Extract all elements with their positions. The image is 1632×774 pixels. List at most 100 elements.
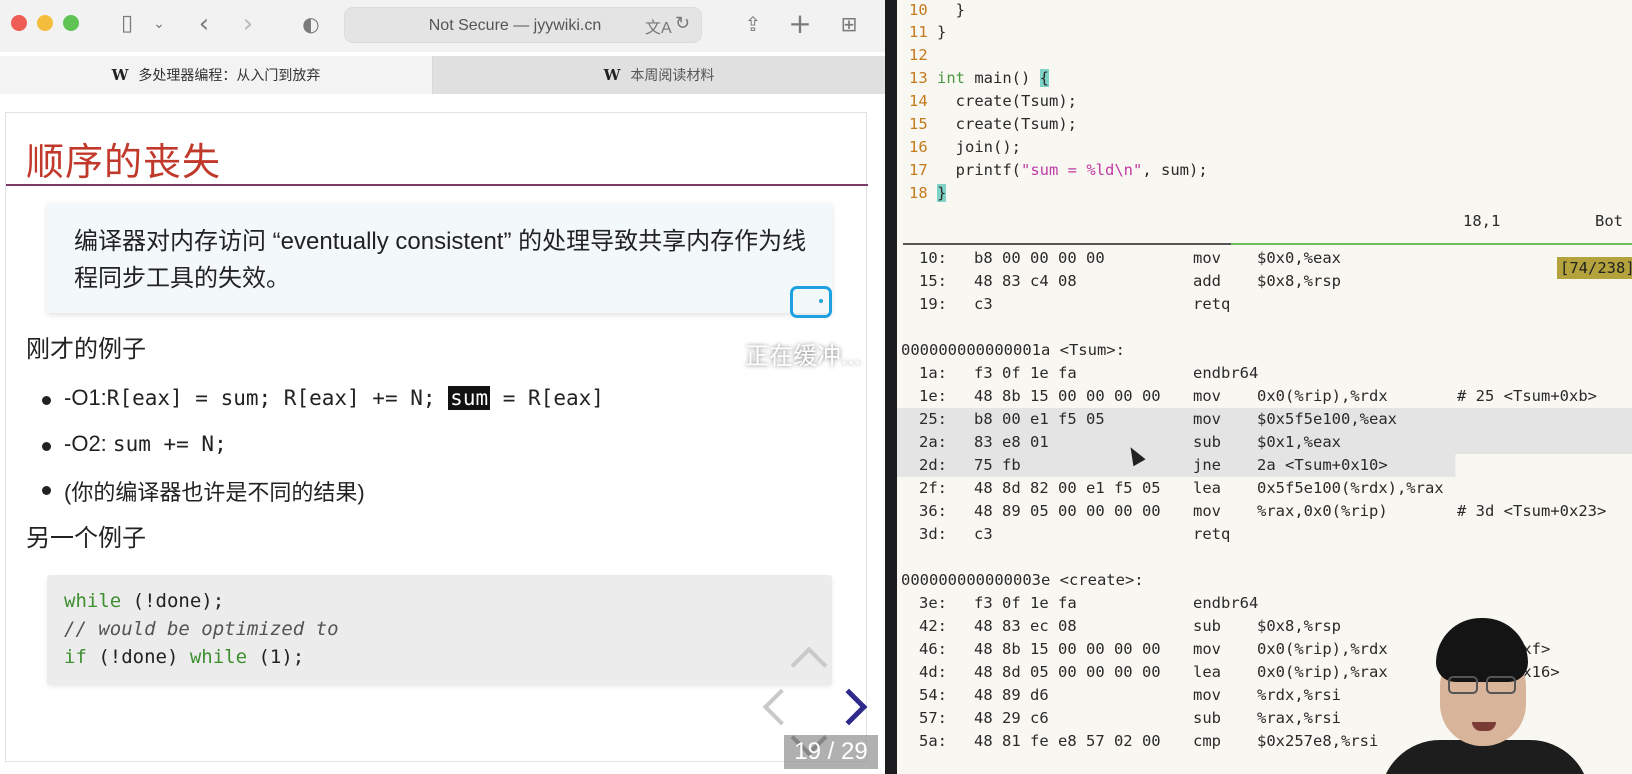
- code-keyword: while: [64, 590, 122, 612]
- line-number: 14: [909, 92, 928, 110]
- reload-icon[interactable]: ↻: [675, 13, 690, 34]
- buffering-overlay: 正在缓冲...: [745, 343, 862, 370]
- callout-text: 编译器对内存访问 “eventually consistent” 的处理导致共享…: [74, 228, 807, 292]
- scroll-position: Bot: [1595, 212, 1623, 230]
- chevron-down-icon[interactable]: ⌄: [150, 10, 168, 38]
- line-number: 10: [909, 1, 928, 19]
- asm-row: 19: c3 retq: [919, 295, 1231, 313]
- code-line: while (!done);: [64, 590, 224, 612]
- cursor-position: 18,1: [1463, 212, 1501, 230]
- forward-icon[interactable]: ›: [236, 10, 260, 38]
- asm-row: 3d: c3 retq: [919, 525, 1231, 543]
- glasses-icon: [1448, 676, 1478, 694]
- translate-icon[interactable]: 文A: [645, 14, 672, 38]
- source-code: , sum);: [1142, 161, 1208, 179]
- asm-row-highlighted: 2d: 75 fb jne 2a <Tsum+0x10>: [897, 454, 1632, 477]
- minimize-window-button[interactable]: [37, 15, 53, 31]
- browser-toolbar: ▯ ⌄ ‹ › ◐ Not Secure — jyywiki.cn 文A ↻ ⇪…: [0, 0, 885, 52]
- asm-row-highlighted: 2a: 83 e8 01 sub $0x1,%eax: [897, 431, 1632, 454]
- code-keyword: if: [64, 646, 87, 668]
- bullet-code: sum += N;: [112, 432, 227, 456]
- line-number: 15: [909, 115, 928, 133]
- source-line: 10 }: [909, 0, 965, 22]
- bullet-dot: [42, 396, 51, 405]
- close-window-button[interactable]: [11, 15, 27, 31]
- zoom-window-button[interactable]: [63, 15, 79, 31]
- source-line: 18}: [909, 182, 947, 205]
- code-text: (1);: [247, 646, 305, 668]
- tv-icon: [790, 286, 832, 318]
- selected-text[interactable]: sum: [448, 386, 491, 410]
- source-code: create(Tsum);: [937, 115, 1077, 133]
- share-icon[interactable]: ⇪: [740, 10, 766, 38]
- source-code: }: [937, 23, 947, 41]
- source-line: 16 join();: [909, 136, 1021, 159]
- page-indicator: 19 / 29: [784, 735, 878, 769]
- source-line: 13 int main() {: [909, 67, 1049, 90]
- asm-row: 15: 48 83 c4 08 add $0x8,%rsp: [919, 272, 1341, 290]
- source-line: 15 create(Tsum);: [909, 113, 1077, 136]
- asm-symbol: 000000000000003e <create>:: [901, 571, 1144, 589]
- line-number: 13: [909, 69, 928, 87]
- section-heading: 刚才的例子: [26, 336, 146, 363]
- source-type: int: [937, 69, 965, 87]
- source-string: "sum = %ld\n": [1021, 161, 1143, 179]
- line-number: 17: [909, 161, 928, 179]
- source-line: 14 create(Tsum);: [909, 90, 1077, 113]
- tab-overview-icon[interactable]: ⊞: [836, 10, 862, 38]
- code-text: (!done): [86, 646, 190, 668]
- source-code: printf(: [937, 161, 1021, 179]
- site-favicon-icon: W: [111, 66, 129, 84]
- bullet-label: -O2:: [64, 431, 107, 456]
- webcam-overlay: [1372, 612, 1632, 774]
- bullet-dot: [42, 442, 51, 451]
- title-divider: [6, 184, 868, 186]
- bullet-code: = R[eax]: [490, 386, 604, 410]
- source-code: join();: [937, 138, 1021, 156]
- tab-label: 多处理器编程：从入门到放弃: [138, 67, 321, 83]
- section-heading: 另一个例子: [26, 525, 146, 552]
- bullet-label: -O1:: [64, 385, 107, 410]
- tab-reading[interactable]: W 本周阅读材料: [433, 56, 885, 94]
- address-bar[interactable]: Not Secure — jyywiki.cn 文A ↻: [344, 7, 702, 43]
- source-code: }: [937, 1, 965, 19]
- asm-row: 36: 48 89 05 00 00 00 00 mov %rax,0x0(%rip)…: [919, 502, 1607, 520]
- code-line: if (!done) while (1);: [64, 646, 304, 668]
- line-number: 12: [909, 46, 928, 64]
- source-line: 17 printf("sum = %ld\n", sum);: [909, 159, 1208, 182]
- asm-row: 2f: 48 8d 82 00 e1 f5 05 lea 0x5f5e100(%rdx…: [919, 479, 1444, 497]
- bullet-code: R[eax] = sum; R[eax] += N;: [106, 386, 449, 410]
- source-line: 12: [909, 44, 937, 67]
- browser-window: ▯ ⌄ ‹ › ◐ Not Secure — jyywiki.cn 文A ↻ ⇪…: [0, 0, 885, 774]
- source-code: main(): [965, 69, 1040, 87]
- line-number: 11: [909, 23, 928, 41]
- back-icon[interactable]: ‹: [192, 10, 216, 38]
- asm-row: 1a: f3 0f 1e fa endbr64: [919, 364, 1259, 382]
- address-text[interactable]: Not Secure — jyywiki.cn: [345, 8, 645, 44]
- site-favicon-icon: W: [603, 66, 621, 84]
- asm-row: 10: b8 00 00 00 00 mov $0x0,%eax: [919, 249, 1341, 267]
- asm-row: 1e: 48 8b 15 00 00 00 00 mov 0x0(%rip),%rdx…: [919, 387, 1597, 405]
- bullet-dot: [42, 486, 51, 495]
- code-block: while (!done); // would be optimized to …: [47, 575, 832, 685]
- callout-box: 编译器对内存访问 “eventually consistent” 的处理导致共享…: [47, 203, 832, 313]
- code-comment: // would be optimized to: [64, 618, 339, 640]
- shield-icon[interactable]: ◐: [298, 10, 324, 38]
- source-code: create(Tsum);: [937, 92, 1077, 110]
- tab-multiprocessor[interactable]: W 多处理器编程：从入门到放弃: [0, 56, 433, 94]
- asm-symbol: 000000000000001a <Tsum>:: [901, 341, 1125, 359]
- bullet-label: (你的编译器也许是不同的结果): [64, 480, 365, 505]
- tab-bar: W 多处理器编程：从入门到放弃 W 本周阅读材料: [0, 56, 885, 94]
- matched-brace: }: [937, 184, 947, 202]
- line-number: 18: [909, 184, 928, 202]
- code-text: (!done);: [121, 590, 225, 612]
- asm-row-highlighted: 25: b8 00 e1 f5 05 mov $0x5f5e100,%eax: [897, 408, 1632, 431]
- slide: 顺序的丧失 编译器对内存访问 “eventually consistent” 的…: [5, 112, 868, 762]
- sidebar-icon[interactable]: ▯: [112, 10, 142, 38]
- code-keyword: while: [189, 646, 248, 668]
- pane-divider: [903, 243, 1632, 245]
- window-divider[interactable]: [885, 0, 897, 774]
- new-tab-icon[interactable]: +: [787, 10, 813, 38]
- matched-brace: {: [1039, 69, 1049, 87]
- tab-label: 本周阅读材料: [630, 67, 715, 83]
